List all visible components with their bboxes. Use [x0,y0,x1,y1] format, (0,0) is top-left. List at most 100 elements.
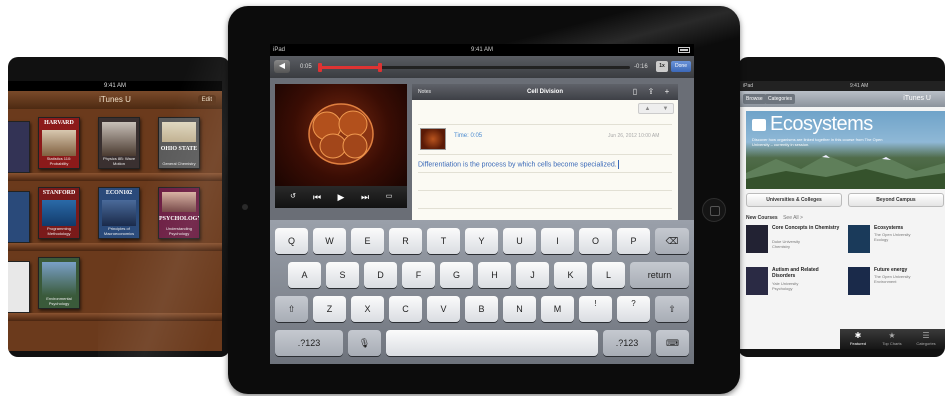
key-m[interactable]: M [541,296,574,322]
airplay-icon[interactable]: ▭ [381,190,397,204]
speed-button[interactable]: 1x [656,61,668,72]
key-u[interactable]: U [503,228,536,254]
add-icon[interactable]: + [662,86,672,98]
course-item[interactable]: Core Concepts in Chemistry Duke Universi… [746,225,846,259]
see-all-link[interactable]: See All > [783,215,803,221]
key-l[interactable]: L [592,262,625,288]
course-item[interactable]: Future energy The Open University Enviro… [848,267,945,301]
course-thumb [848,267,870,295]
scrubber-head[interactable] [378,63,383,72]
space-bar[interactable] [386,330,598,356]
categories-button[interactable]: Categories [765,94,796,104]
nav-title: iTunes U [99,95,131,104]
shift-left-icon[interactable]: ⇧ [275,296,308,322]
numbers-key-left[interactable]: .?123 [275,330,343,356]
center-ipad: iPad 9:41 AM ◀ 0:05 -0:16 1x Done ↺ ⏮ ▶ … [228,6,740,394]
key-e[interactable]: E [351,228,384,254]
key-v[interactable]: V [427,296,460,322]
key-w[interactable]: W [313,228,346,254]
return-key[interactable]: return [630,262,689,288]
back-button[interactable]: ◀ [274,60,290,73]
book-partial[interactable] [8,121,30,173]
note-text-field[interactable]: Differentiation is the process by which … [418,160,619,170]
featured-banner[interactable]: Ecosystems Discover how organisms are li… [746,111,945,189]
key-s[interactable]: S [326,262,359,288]
status-bar: 9:41 AM [8,81,222,91]
trash-icon[interactable]: ▯ [630,86,640,98]
rewind-15-icon[interactable]: ↺ [285,190,301,204]
book-physics[interactable]: Physics 8B: Wave Motion [98,117,140,169]
book-harvard[interactable]: HARVARD Statistics 110: Probability [38,117,80,169]
key-z[interactable]: Z [313,296,346,322]
key-a[interactable]: A [288,262,321,288]
universities-button[interactable]: Universities & Colleges [746,193,842,207]
play-icon[interactable]: ▶ [333,190,349,204]
key-c[interactable]: C [389,296,422,322]
note-timestamp[interactable]: Time: 0:05 [454,132,482,140]
key-x[interactable]: X [351,296,384,322]
key-f[interactable]: F [402,262,435,288]
key-q[interactable]: Q [275,228,308,254]
shelf-row: STANFORD Programming Methodology ECON102… [8,181,222,251]
book-ohio-state[interactable]: OHIO STATE General Chemistry [158,117,200,169]
key-p[interactable]: P [617,228,650,254]
beyond-campus-button[interactable]: Beyond Campus [848,193,944,207]
key-h[interactable]: H [478,262,511,288]
elapsed-time: 0:05 [300,64,312,70]
numbers-key-right[interactable]: .?123 [603,330,651,356]
book-psychology[interactable]: PSYCHOLOGY Understanding Psychology [158,187,200,239]
up-arrow-icon[interactable]: ▲ [639,104,656,114]
home-button[interactable] [702,198,726,222]
key-y[interactable]: Y [465,228,498,254]
down-arrow-icon[interactable]: ▼ [657,104,674,114]
video-player[interactable]: ↺ ⏮ ▶ ⏭ ▭ [275,84,407,208]
share-icon[interactable]: ⇪ [646,86,656,98]
tab-top-charts[interactable]: ★ Top Charts [876,331,908,346]
mountain-image [746,155,945,189]
key-k[interactable]: K [554,262,587,288]
course-category: Environment [874,279,897,284]
done-button[interactable]: Done [671,61,691,72]
book-title: ECON102 [105,190,133,196]
course-title: Autism and Related Disorders [772,267,819,279]
book-environmental[interactable]: Environmental Psychology [38,257,80,309]
key-g[interactable]: G [440,262,473,288]
tab-featured[interactable]: ✱ Featured [842,331,874,346]
book-title: OHIO STATE [160,146,198,152]
browse-buttons: Universities & Colleges Beyond Campus [746,193,945,209]
key-r[interactable]: R [389,228,422,254]
key-exclamation[interactable]: ! [579,296,612,322]
shift-right-icon[interactable]: ⇧ [655,296,689,322]
key-o[interactable]: O [579,228,612,254]
book-partial[interactable] [8,191,30,243]
remaining-time: -0:16 [634,64,648,70]
course-item[interactable]: Ecosystems The Open University Ecology [848,225,945,259]
ruled-line [418,154,672,155]
key-n[interactable]: N [503,296,536,322]
key-d[interactable]: D [364,262,397,288]
previous-icon[interactable]: ⏮ [309,190,325,204]
tab-categories[interactable]: ☰ Categories [910,331,942,346]
browse-button[interactable]: Browse [743,94,766,104]
start-marker[interactable] [318,63,322,72]
microphone-icon[interactable]: 🎙 [348,330,381,356]
next-icon[interactable]: ⏭ [357,190,373,204]
edit-button[interactable]: Edit [197,95,216,105]
course-item[interactable]: Autism and Related Disorders Yale Univer… [746,267,846,301]
backspace-icon[interactable]: ⌫ [655,228,689,254]
book-partial[interactable] [8,261,30,313]
scrubber-track[interactable] [318,63,630,72]
key-j[interactable]: J [516,262,549,288]
book-stanford[interactable]: STANFORD Programming Methodology [38,187,80,239]
hide-keyboard-icon[interactable]: ⌨ [656,330,689,356]
book-econ102[interactable]: ECON102 Principles of Macroeconomics [98,187,140,239]
notes-toolbar: Notes Cell Division ▯ ⇪ + [412,84,678,100]
notes-panel: Notes Cell Division ▯ ⇪ + ▲ ▼ Time: 0:05… [412,84,678,224]
status-bar: iPad 9:41 AM [740,81,945,91]
note-video-thumb[interactable] [420,128,446,150]
key-i[interactable]: I [541,228,574,254]
key-t[interactable]: T [427,228,460,254]
key-question[interactable]: ? [617,296,650,322]
battery-icon [678,47,690,53]
key-b[interactable]: B [465,296,498,322]
